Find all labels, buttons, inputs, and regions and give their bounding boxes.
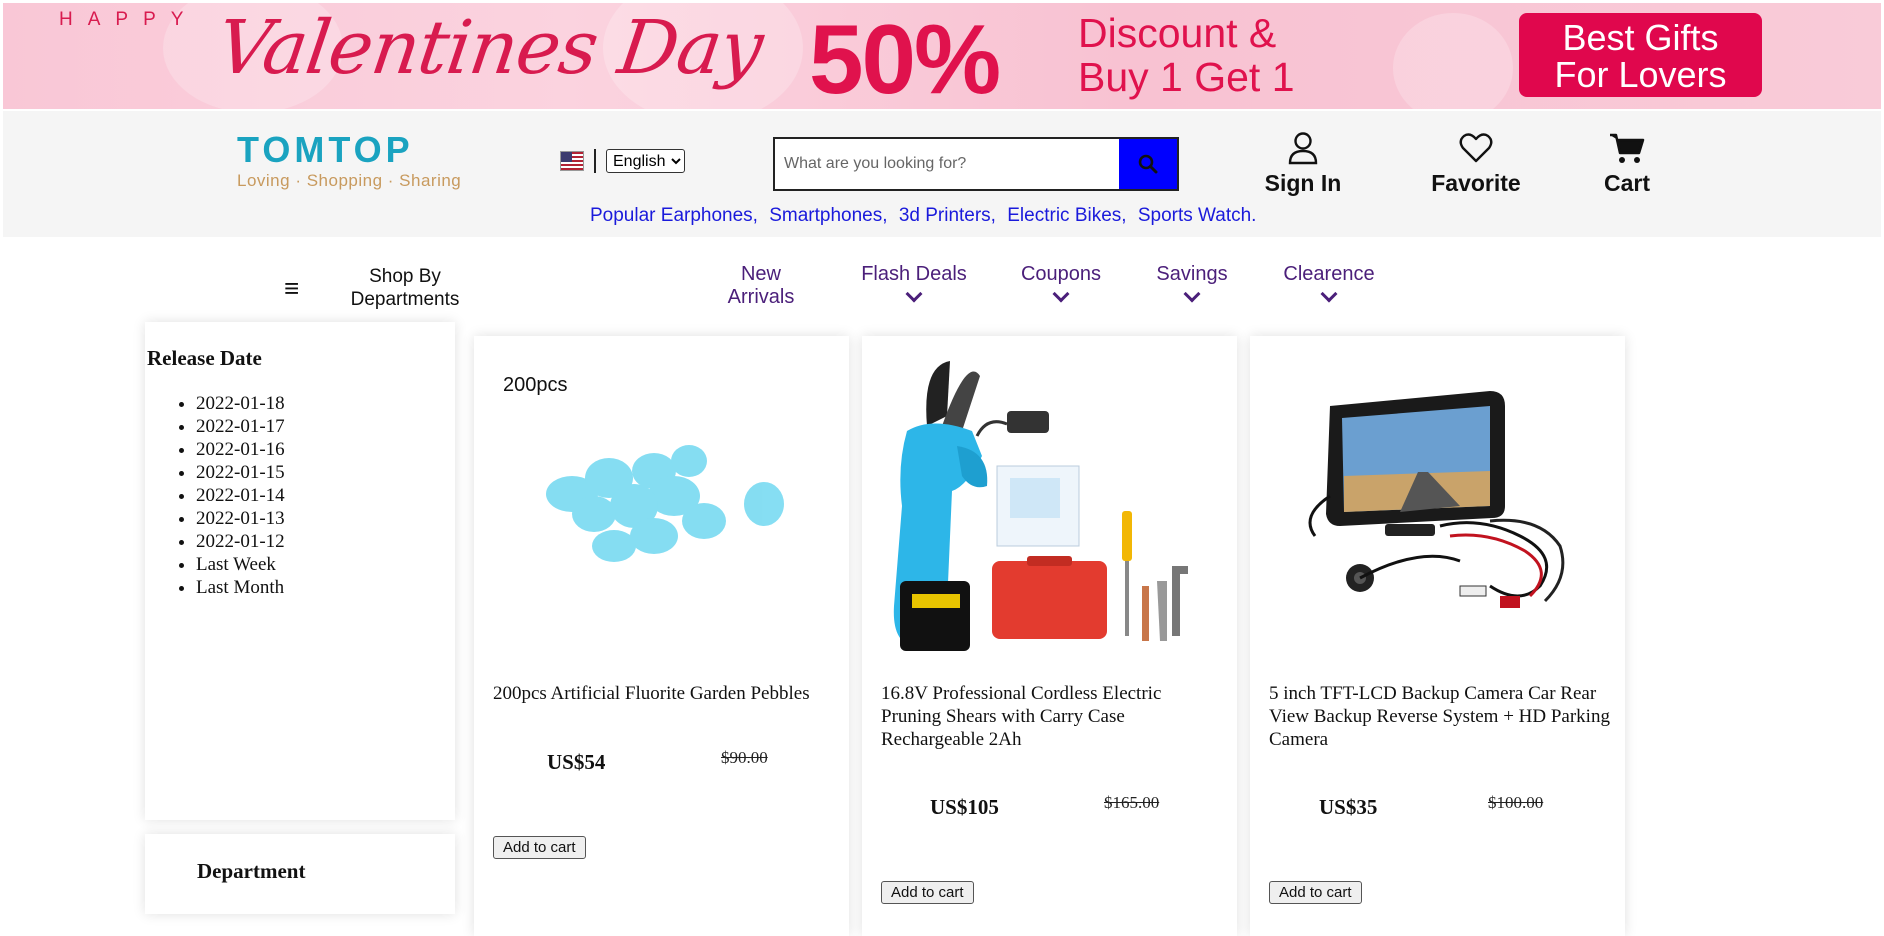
banner-valentine-text: Valentines Day — [211, 5, 768, 91]
banner-discount-line1: Discount & — [1078, 10, 1277, 56]
popular-link[interactable]: Popular Earphones, — [590, 205, 758, 226]
product-price: US$54 — [547, 750, 606, 774]
nav-clearence[interactable]: Clearence — [1277, 263, 1381, 303]
chevron-down-icon — [1052, 285, 1070, 303]
product-card[interactable]: 5 inch TFT-LCD Backup Camera Car Rear Vi… — [1250, 336, 1625, 936]
popular-links: Popular Earphones, Smartphones, 3d Print… — [590, 205, 1262, 227]
release-date-title: Release Date — [147, 346, 262, 370]
popular-link[interactable]: Electric Bikes, — [1007, 205, 1126, 226]
banner-discount-percent: 50% — [809, 4, 1001, 109]
release-date-list: 2022-01-18 2022-01-17 2022-01-16 2022-01… — [196, 392, 455, 599]
search-input[interactable] — [775, 139, 1119, 189]
nav-label: Flash Deals — [861, 263, 967, 285]
product-title[interactable]: 200pcs Artificial Fluorite Garden Pebble… — [493, 682, 838, 705]
logo-wordmark: TOMTOP — [237, 129, 414, 170]
release-date-filter: Release Date 2022-01-18 2022-01-17 2022-… — [145, 322, 455, 820]
banner-discount-line2: Buy 1 Get 1 — [1078, 54, 1295, 100]
release-date-item[interactable]: 2022-01-18 — [196, 392, 455, 415]
logo-tagline: Loving · Shopping · Sharing — [237, 171, 462, 190]
user-icon — [1288, 132, 1318, 165]
nav-label: New Arrivals — [727, 263, 795, 308]
chevron-down-icon — [1320, 285, 1338, 303]
divider — [594, 149, 596, 173]
product-card[interactable]: 16.8V Professional Cordless Electric Pru… — [862, 336, 1237, 936]
release-date-item[interactable]: Last Month — [196, 576, 455, 599]
release-date-item[interactable]: 2022-01-15 — [196, 461, 455, 484]
release-date-item[interactable]: 2022-01-14 — [196, 484, 455, 507]
banner-discount-text: Discount & Buy 1 Get 1 — [1078, 11, 1295, 99]
popular-link[interactable]: 3d Printers, — [899, 205, 996, 226]
banner-gifts-button[interactable]: Best Gifts For Lovers — [1519, 13, 1762, 97]
shop-departments-button[interactable]: ≡ Shop By Departments — [284, 265, 464, 311]
us-flag-icon — [560, 151, 584, 171]
banner-decoration — [1393, 13, 1513, 109]
add-to-cart-button[interactable]: Add to cart — [881, 881, 974, 904]
menu-icon: ≡ — [284, 272, 300, 303]
cart-button[interactable]: Cart — [1597, 131, 1657, 197]
product-title[interactable]: 16.8V Professional Cordless Electric Pru… — [881, 682, 1226, 751]
backup-camera-icon — [1308, 391, 1565, 608]
chevron-down-icon — [905, 285, 923, 303]
language-selector: English — [560, 149, 685, 173]
sign-in-label: Sign In — [1264, 170, 1342, 196]
release-date-item[interactable]: 2022-01-17 — [196, 415, 455, 438]
pruning-shears-icon — [893, 361, 1188, 651]
nav-new-arrivals[interactable]: New Arrivals — [717, 263, 805, 309]
nav-label: Coupons — [1020, 263, 1102, 285]
sign-in-button[interactable]: Sign In — [1258, 131, 1348, 197]
search-icon — [1138, 154, 1158, 174]
banner-gift-line1: Best Gifts — [1562, 17, 1719, 58]
product-price: US$105 — [930, 795, 999, 819]
product-title[interactable]: 5 inch TFT-LCD Backup Camera Car Rear Vi… — [1269, 682, 1614, 751]
nav-flash-deals[interactable]: Flash Deals — [855, 263, 973, 303]
product-image[interactable] — [1260, 346, 1615, 666]
heart-icon — [1459, 133, 1493, 163]
site-logo[interactable]: TOMTOP Loving · Shopping · Sharing — [237, 131, 477, 195]
product-image[interactable]: 200pcs — [484, 346, 839, 666]
product-card[interactable]: 200pcs 200pcs Artificial Fluorite Garden… — [474, 336, 849, 936]
product-price: US$35 — [1319, 795, 1378, 819]
site-header: TOMTOP Loving · Shopping · Sharing Engli… — [3, 111, 1881, 237]
release-date-item[interactable]: 2022-01-13 — [196, 507, 455, 530]
popular-link[interactable]: Sports Watch. — [1138, 205, 1257, 226]
promo-banner[interactable]: HAPPY Valentines Day 50% Discount & Buy … — [3, 3, 1881, 109]
department-title: Department — [197, 859, 306, 883]
popular-link[interactable]: Smartphones, — [769, 205, 887, 226]
favorite-button[interactable]: Favorite — [1425, 131, 1527, 197]
product-badge: 200pcs — [503, 374, 568, 396]
release-date-item[interactable]: 2022-01-16 — [196, 438, 455, 461]
search-bar — [773, 137, 1179, 191]
product-old-price: $165.00 — [1104, 793, 1160, 812]
banner-happy-text: HAPPY — [59, 9, 199, 30]
shop-departments-label: Shop By Departments — [350, 266, 460, 310]
nav-label: Savings — [1156, 263, 1228, 285]
nav-savings[interactable]: Savings — [1151, 263, 1233, 303]
cart-label: Cart — [1603, 170, 1650, 196]
product-old-price: $100.00 — [1488, 793, 1544, 812]
release-date-item[interactable]: 2022-01-12 — [196, 530, 455, 553]
language-select[interactable]: English — [606, 149, 685, 173]
add-to-cart-button[interactable]: Add to cart — [493, 836, 586, 859]
nav-label: Clearence — [1283, 263, 1375, 285]
add-to-cart-button[interactable]: Add to cart — [1269, 881, 1362, 904]
cart-icon — [1610, 133, 1645, 163]
chevron-down-icon — [1183, 285, 1201, 303]
release-date-item[interactable]: Last Week — [196, 553, 455, 576]
search-button[interactable] — [1119, 139, 1177, 189]
product-old-price: $90.00 — [721, 748, 768, 767]
department-filter: Department — [145, 834, 455, 914]
nav-coupons[interactable]: Coupons — [1016, 263, 1106, 303]
banner-gift-line2: For Lovers — [1554, 54, 1727, 95]
favorite-label: Favorite — [1431, 170, 1521, 196]
product-image[interactable] — [872, 346, 1227, 666]
